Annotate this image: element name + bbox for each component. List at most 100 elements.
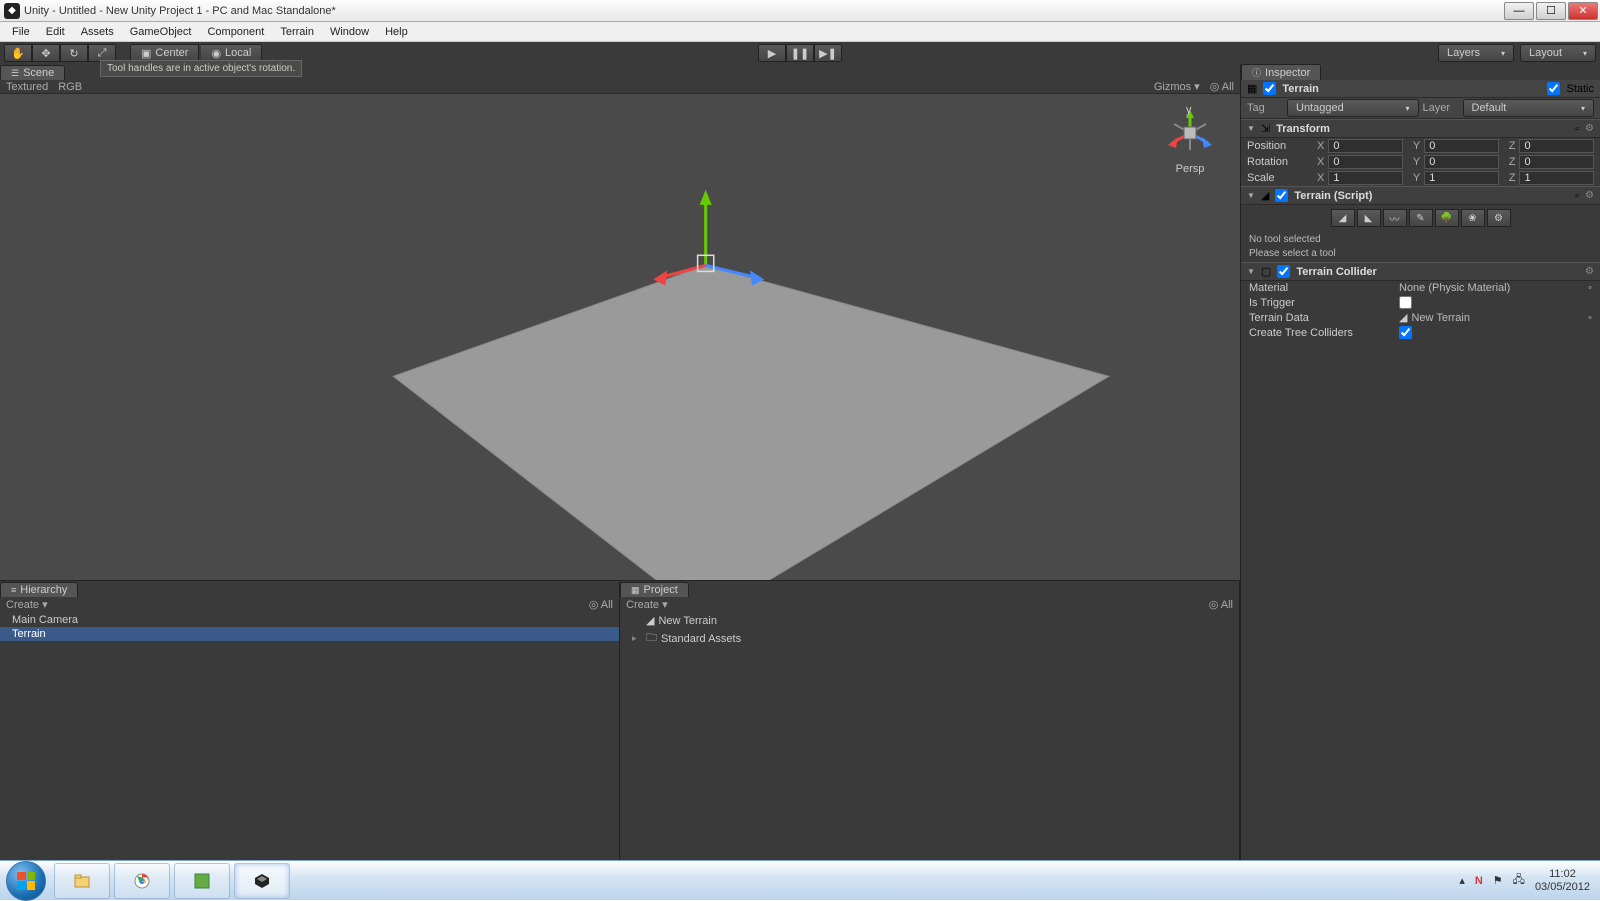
terrain-tool-palette: ◢ ◣ 〰 ✎ 🌳 ❀ ⚙ bbox=[1241, 205, 1600, 231]
terrain-setheight-tool[interactable]: ◣ bbox=[1357, 209, 1381, 227]
taskbar-app[interactable] bbox=[174, 863, 230, 899]
window-minimize-button[interactable]: — bbox=[1504, 2, 1534, 20]
terrain-settings-tool[interactable]: ⚙ bbox=[1487, 209, 1511, 227]
terrain-asset-icon: ◢ bbox=[646, 614, 654, 627]
start-button[interactable] bbox=[6, 861, 46, 901]
taskbar-explorer[interactable] bbox=[54, 863, 110, 899]
hierarchy-create-dropdown[interactable]: Create ▾ bbox=[6, 598, 48, 611]
render-dropdown[interactable]: RGB bbox=[58, 81, 82, 93]
hierarchy-item-main-camera[interactable]: Main Camera bbox=[0, 613, 619, 627]
shading-dropdown[interactable]: Textured bbox=[6, 81, 48, 93]
menu-component[interactable]: Component bbox=[199, 24, 272, 40]
rotate-tool-button[interactable]: ↻ bbox=[60, 44, 88, 62]
scale-y-input[interactable]: 1 bbox=[1424, 171, 1499, 185]
menu-gameobject[interactable]: GameObject bbox=[122, 24, 200, 40]
menu-terrain[interactable]: Terrain bbox=[272, 24, 322, 40]
menu-help[interactable]: Help bbox=[377, 24, 416, 40]
terrain-data-field[interactable]: New Terrain bbox=[1411, 312, 1588, 324]
object-active-checkbox[interactable] bbox=[1263, 82, 1276, 95]
terrain-script-icon: ◢ bbox=[1261, 189, 1269, 202]
scale-x-input[interactable]: 1 bbox=[1328, 171, 1403, 185]
hierarchy-tab[interactable]: ≡ Hierarchy bbox=[0, 582, 78, 597]
object-picker-icon[interactable]: ◦ bbox=[1588, 312, 1592, 324]
is-trigger-checkbox[interactable] bbox=[1399, 296, 1412, 309]
help-icon[interactable]: ▫ bbox=[1575, 123, 1579, 135]
gear-icon[interactable]: ⚙ bbox=[1585, 123, 1594, 134]
terrain-details-tool[interactable]: ❀ bbox=[1461, 209, 1485, 227]
project-list[interactable]: ◢ New Terrain ▸ 🗀 Standard Assets bbox=[620, 611, 1239, 860]
project-item-standard-assets[interactable]: ▸ 🗀 Standard Assets bbox=[620, 628, 1239, 649]
static-checkbox[interactable] bbox=[1547, 82, 1560, 95]
terrain-paint-tool[interactable]: ✎ bbox=[1409, 209, 1433, 227]
windows-taskbar: ▴ N ⚑ 🖧 11:02 03/05/2012 bbox=[0, 860, 1600, 900]
disclosure-icon[interactable]: ▸ bbox=[632, 633, 642, 644]
step-button[interactable]: ▶❚ bbox=[814, 44, 842, 62]
is-trigger-label: Is Trigger bbox=[1249, 297, 1399, 309]
scale-z-input[interactable]: 1 bbox=[1519, 171, 1594, 185]
gear-icon[interactable]: ⚙ bbox=[1585, 266, 1594, 277]
layer-label: Layer bbox=[1423, 102, 1459, 114]
taskbar-unity[interactable] bbox=[234, 863, 290, 899]
taskbar-chrome[interactable] bbox=[114, 863, 170, 899]
rotation-z-input[interactable]: 0 bbox=[1519, 155, 1594, 169]
layer-dropdown[interactable]: Default▾ bbox=[1463, 99, 1595, 117]
window-maximize-button[interactable]: ☐ bbox=[1536, 2, 1566, 20]
inspector-tab[interactable]: ⓘ Inspector bbox=[1241, 64, 1321, 80]
terrain-raise-tool[interactable]: ◢ bbox=[1331, 209, 1355, 227]
create-tree-colliders-checkbox[interactable] bbox=[1399, 326, 1412, 339]
project-tab[interactable]: ▦ Project bbox=[620, 582, 689, 597]
position-y-input[interactable]: 0 bbox=[1424, 139, 1499, 153]
chevron-down-icon: ▼ bbox=[1247, 191, 1255, 200]
layers-dropdown[interactable]: Layers▾ bbox=[1438, 44, 1514, 62]
tag-dropdown[interactable]: Untagged▾ bbox=[1287, 99, 1419, 117]
terrain-smooth-tool[interactable]: 〰 bbox=[1383, 209, 1407, 227]
terrain-trees-tool[interactable]: 🌳 bbox=[1435, 209, 1459, 227]
position-x-input[interactable]: 0 bbox=[1328, 139, 1403, 153]
terrain-script-header[interactable]: ▼ ◢ Terrain (Script) ▫ ⚙ bbox=[1241, 186, 1600, 205]
inspector-icon: ⓘ bbox=[1252, 66, 1261, 79]
pause-button[interactable]: ❚❚ bbox=[786, 44, 814, 62]
rotation-x-input[interactable]: 0 bbox=[1328, 155, 1403, 169]
orientation-gizmo[interactable]: y Persp bbox=[1160, 108, 1220, 183]
transform-component-header[interactable]: ▼ ⇲ Transform ▫ ⚙ bbox=[1241, 119, 1600, 138]
menu-file[interactable]: File bbox=[4, 24, 38, 40]
play-button[interactable]: ▶ bbox=[758, 44, 786, 62]
window-close-button[interactable]: ✕ bbox=[1568, 2, 1598, 20]
hierarchy-list[interactable]: Main Camera Terrain bbox=[0, 611, 619, 860]
help-ic on[interactable]: ▫ bbox=[1575, 190, 1579, 202]
window-title: Unity - Untitled - New Unity Project 1 -… bbox=[24, 5, 336, 17]
material-field[interactable]: None (Physic Material) bbox=[1399, 282, 1588, 294]
tray-n-icon[interactable]: N bbox=[1475, 875, 1483, 887]
pivot-center-label: Center bbox=[155, 47, 188, 59]
gear-icon[interactable]: ⚙ bbox=[1585, 190, 1594, 201]
scale-label: Scale bbox=[1247, 172, 1307, 184]
terrain-collider-enabled-checkbox[interactable] bbox=[1277, 265, 1290, 278]
chevron-down-icon: ▼ bbox=[1247, 267, 1255, 276]
project-create-dropdown[interactable]: Create ▾ bbox=[626, 598, 668, 611]
terrain-collider-header[interactable]: ▼ ▢ Terrain Collider ⚙ bbox=[1241, 262, 1600, 281]
hand-tool-button[interactable]: ✋ bbox=[4, 44, 32, 62]
tray-network-icon[interactable]: 🖧 bbox=[1513, 871, 1525, 890]
position-z-input[interactable]: 0 bbox=[1519, 139, 1594, 153]
layout-dropdown[interactable]: Layout▾ bbox=[1520, 44, 1596, 62]
menu-assets[interactable]: Assets bbox=[73, 24, 122, 40]
project-search-mode[interactable]: ◎ All bbox=[1209, 598, 1233, 611]
hierarchy-search-mode[interactable]: ◎ All bbox=[589, 598, 613, 611]
object-picker-icon[interactable]: ◦ bbox=[1588, 282, 1592, 294]
tray-action-center-icon[interactable]: ⚑ bbox=[1493, 874, 1503, 887]
static-label: Static bbox=[1566, 83, 1594, 95]
tray-chevron-icon[interactable]: ▴ bbox=[1459, 874, 1465, 887]
tray-clock[interactable]: 11:02 03/05/2012 bbox=[1535, 868, 1590, 894]
object-name[interactable]: Terrain bbox=[1282, 83, 1318, 95]
terrain-script-enabled-checkbox[interactable] bbox=[1275, 189, 1288, 202]
scene-search-mode[interactable]: ◎ All bbox=[1210, 80, 1234, 93]
hierarchy-item-terrain[interactable]: Terrain bbox=[0, 627, 619, 641]
gizmos-dropdown[interactable]: Gizmos ▾ bbox=[1154, 80, 1200, 93]
scene-tab[interactable]: ☰ Scene bbox=[0, 65, 65, 80]
menu-window[interactable]: Window bbox=[322, 24, 377, 40]
menu-edit[interactable]: Edit bbox=[38, 24, 73, 40]
rotation-y-input[interactable]: 0 bbox=[1424, 155, 1499, 169]
scene-viewport[interactable]: y Persp bbox=[0, 94, 1240, 580]
move-tool-button[interactable]: ✥ bbox=[32, 44, 60, 62]
project-item-new-terrain[interactable]: ◢ New Terrain bbox=[620, 613, 1239, 628]
